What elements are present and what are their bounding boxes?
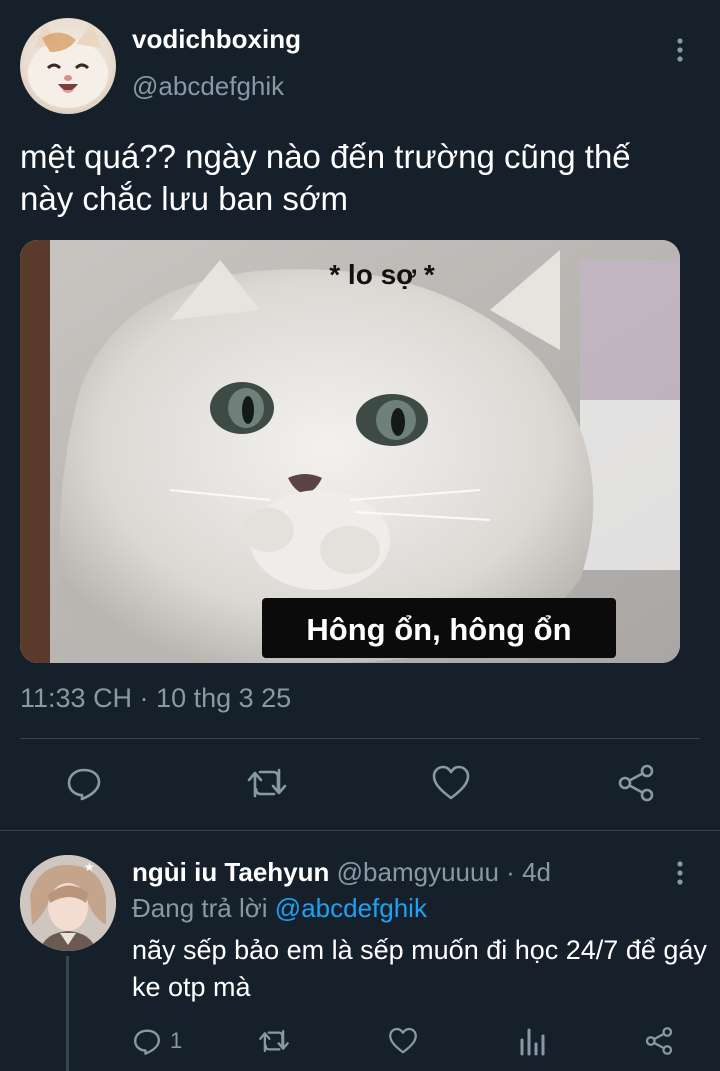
replying-to: Đang trả lời @abcdefghik (132, 893, 427, 924)
reply-button[interactable]: 1 (132, 1021, 182, 1061)
more-options-icon[interactable] (664, 34, 696, 66)
retweet-button[interactable] (258, 1021, 290, 1061)
avatar[interactable]: ★ (20, 855, 116, 951)
reply-age[interactable]: 4d (522, 857, 551, 887)
display-name[interactable]: vodichboxing (132, 24, 301, 55)
retweet-icon (259, 1029, 289, 1053)
timestamp[interactable]: 11:33 CH · 10 thg 3 25 (20, 683, 291, 714)
share-icon (645, 1027, 673, 1055)
cat-meme-image: * lo sợ * Hông ổn, hông ổn (20, 240, 680, 663)
reply-icon (133, 1029, 161, 1055)
media-bottom-caption: Hông ổn, hông ổn (306, 612, 571, 647)
analytics-button[interactable] (518, 1021, 546, 1061)
reply-text: nãy sếp bảo em là sếp muốn đi học 24/7 đ… (132, 935, 707, 1002)
divider (20, 738, 700, 739)
separator: · (506, 857, 515, 887)
like-icon (389, 1027, 417, 1054)
like-button[interactable] (388, 1021, 418, 1061)
reply-count: 1 (170, 1028, 183, 1053)
replying-to-handle-link[interactable]: @abcdefghik (275, 893, 427, 923)
avatar[interactable] (20, 18, 116, 114)
share-button[interactable] (644, 1021, 674, 1061)
retweet-icon[interactable] (244, 760, 290, 806)
more-options-icon[interactable] (664, 857, 696, 889)
cat-avatar-image (28, 24, 108, 108)
tweet-text: mệt quá?? ngày nào đến trường cũng thế n… (20, 138, 631, 217)
handle[interactable]: @abcdefghik (132, 71, 284, 102)
reply-handle[interactable]: @bamgyuuuu (337, 857, 499, 887)
analytics-icon (520, 1028, 545, 1056)
media-top-caption: * lo sợ * (329, 259, 435, 290)
reply-display-name[interactable]: ngùi iu Taehyun (132, 857, 329, 887)
like-icon[interactable] (428, 760, 474, 806)
svg-text:★: ★ (84, 860, 95, 874)
person-avatar-image: ★ (20, 855, 116, 951)
reply-icon[interactable] (61, 760, 107, 806)
share-icon[interactable] (613, 760, 659, 806)
reply-header: ngùi iu Taehyun @bamgyuuuu · 4d (132, 857, 551, 888)
divider (0, 830, 720, 831)
thread-line (66, 956, 69, 1071)
replying-to-label: Đang trả lời (132, 893, 268, 923)
tweet-media-image[interactable]: * lo sợ * Hông ổn, hông ổn (20, 240, 680, 663)
